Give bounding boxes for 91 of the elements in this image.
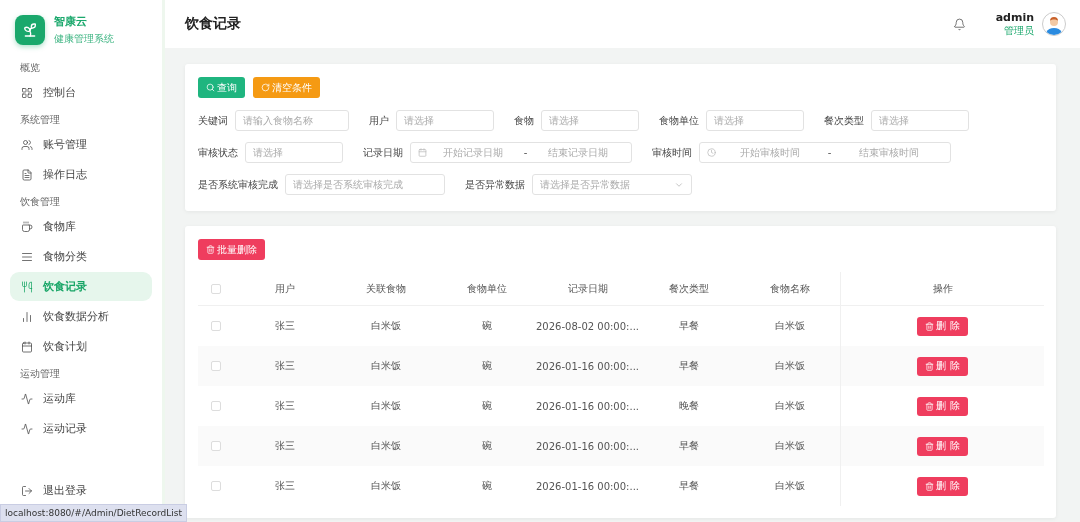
reset-button[interactable]: 清空条件: [253, 77, 320, 98]
select-field[interactable]: 请选择是否系统审核完成: [285, 174, 445, 195]
table-cell: 早餐: [638, 346, 739, 386]
delete-button[interactable]: 删 除: [917, 476, 968, 496]
table-cell: 早餐: [638, 426, 739, 466]
field-label: 记录日期: [363, 145, 403, 160]
table-cell: 白米饭: [335, 426, 436, 466]
notification-bell-icon[interactable]: [952, 17, 966, 31]
date-range-field[interactable]: 开始审核时间 - 结束审核时间: [699, 142, 951, 163]
table-cell: 碗: [436, 346, 537, 386]
trash-icon: [925, 401, 935, 411]
nav-item[interactable]: 饮食计划: [10, 332, 152, 361]
table-cell: 白米饭: [739, 346, 840, 386]
date-range-field[interactable]: 开始记录日期 - 结束记录日期: [410, 142, 632, 163]
nav-item[interactable]: 食物库: [10, 212, 152, 241]
user-name: admin: [995, 10, 1034, 24]
delete-button[interactable]: 删 除: [917, 316, 968, 336]
clock-icon: [707, 148, 716, 157]
nav-group-title: 概览: [19, 61, 41, 75]
pulse-icon: [21, 422, 33, 435]
brand-name: 智康云: [54, 14, 88, 29]
sprout-logo-icon: [15, 15, 45, 45]
nav-item[interactable]: 操作日志: [10, 160, 152, 189]
users-icon: [21, 138, 33, 151]
trash-icon: [925, 481, 935, 491]
table-cell: 2026-01-16 00:00:...: [537, 426, 638, 466]
select-field[interactable]: 请选择: [541, 110, 639, 131]
field-label: 食物单位: [659, 113, 699, 128]
delete-button[interactable]: 删 除: [917, 396, 968, 416]
table-cell: 碗: [436, 426, 537, 466]
delete-button[interactable]: 删 除: [917, 356, 968, 376]
field-label: 食物: [514, 113, 534, 128]
status-bar-url: localhost:8080/#/Admin/DietRecordList: [0, 504, 187, 522]
nav-group-title: 系统管理: [19, 113, 61, 127]
keyword-input[interactable]: 请输入食物名称: [235, 110, 349, 131]
table-cell: 2026-01-16 00:00:...: [537, 346, 638, 386]
user-role: 管理员: [1003, 23, 1034, 38]
table-cell: 白米饭: [335, 346, 436, 386]
field-label: 是否系统审核完成: [198, 177, 278, 192]
table-cell: 白米饭: [739, 426, 840, 466]
checkbox[interactable]: [211, 283, 221, 294]
nav-item[interactable]: 饮食数据分析: [10, 302, 152, 331]
checkbox[interactable]: [211, 401, 221, 411]
field-label: 用户: [369, 113, 389, 128]
select-field[interactable]: 请选择: [871, 110, 969, 131]
nav-item[interactable]: 账号管理: [10, 130, 152, 159]
logout-link[interactable]: 退出登录: [10, 483, 152, 498]
checkbox[interactable]: [211, 361, 221, 371]
nav-item[interactable]: 运动库: [10, 384, 152, 413]
grid-icon: [21, 86, 33, 99]
field-label: 餐次类型: [824, 113, 864, 128]
nav-item[interactable]: 控制台: [10, 78, 152, 107]
select-field[interactable]: 请选择: [245, 142, 343, 163]
select-field[interactable]: 请选择是否异常数据: [532, 174, 692, 195]
trash-icon: [925, 361, 935, 371]
document-icon: [21, 168, 33, 181]
field-label: 审核状态: [198, 145, 238, 160]
checkbox[interactable]: [211, 441, 221, 451]
nav-item[interactable]: 饮食记录: [10, 272, 152, 301]
nav-group-title: 运动管理: [19, 367, 61, 381]
field-label: 关键词: [198, 113, 228, 128]
page-title: 饮食记录: [185, 15, 242, 33]
nav-group-title: 饮食管理: [19, 195, 61, 209]
select-field[interactable]: 请选择: [706, 110, 804, 131]
search-icon: [206, 83, 215, 92]
trash-icon: [925, 321, 935, 331]
list-icon: [21, 250, 33, 263]
brand-subtitle: 健康管理系统: [54, 32, 114, 46]
table-cell: 张三: [234, 426, 335, 466]
field-label: 是否异常数据: [465, 177, 525, 192]
utensils-icon: [21, 280, 33, 293]
pulse-icon: [21, 392, 33, 405]
table-cell: 张三: [234, 346, 335, 386]
calendar-icon: [21, 340, 33, 353]
field-label: 审核时间: [652, 145, 692, 160]
delete-button[interactable]: 删 除: [917, 436, 968, 456]
checkbox[interactable]: [211, 321, 221, 331]
checkbox[interactable]: [211, 481, 221, 491]
avatar-icon[interactable]: [1042, 12, 1066, 36]
trash-icon: [925, 441, 935, 451]
bar-chart-icon: [21, 310, 33, 323]
nav-item[interactable]: 食物分类: [10, 242, 152, 271]
search-button[interactable]: 查询: [198, 77, 245, 98]
nav-item[interactable]: 运动记录: [10, 414, 152, 443]
refresh-icon: [261, 83, 270, 92]
calendar-icon: [418, 148, 427, 157]
logout-icon: [21, 484, 33, 497]
cup-icon: [21, 220, 33, 233]
batch-delete-button[interactable]: 批量删除: [198, 239, 265, 260]
select-field[interactable]: 请选择: [396, 110, 494, 131]
trash-icon: [206, 245, 215, 254]
